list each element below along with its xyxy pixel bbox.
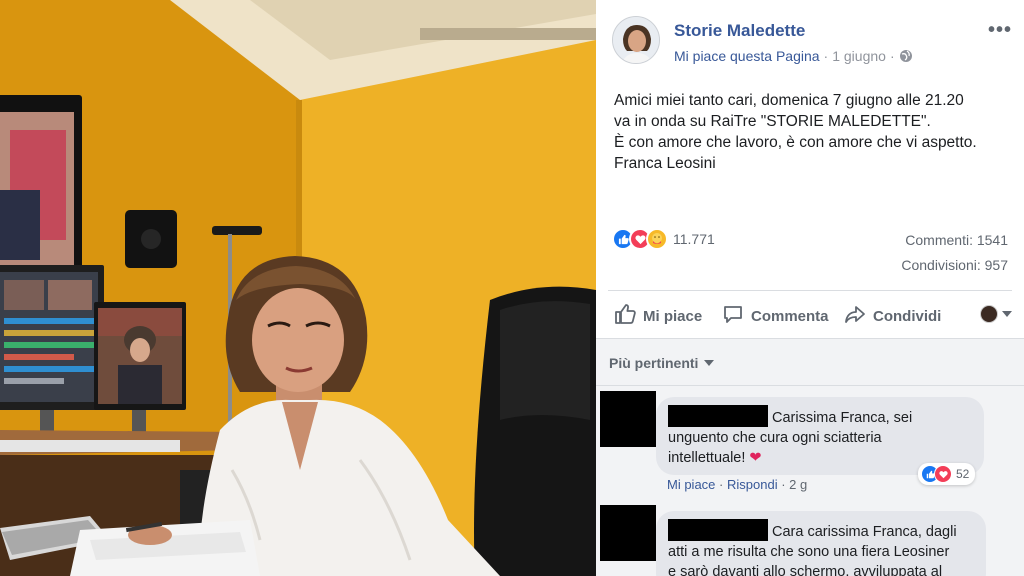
divider bbox=[596, 385, 1024, 386]
post-date[interactable]: 1 giugno bbox=[832, 48, 886, 64]
comment-bubble: Cara carissima Franca, dagli atti a me r… bbox=[656, 511, 986, 576]
separator-dot: · bbox=[719, 477, 727, 492]
studio-photo-illustration bbox=[0, 0, 596, 576]
comments-section: Più pertinenti Carissima Franca, sei ung… bbox=[596, 338, 1024, 576]
comment-reactions[interactable]: 52 bbox=[918, 463, 976, 485]
chevron-down-icon bbox=[704, 360, 715, 366]
share-button[interactable]: Condividi bbox=[844, 303, 941, 329]
comment-label: Commenta bbox=[751, 307, 829, 325]
viewer-avatar-selector[interactable] bbox=[980, 305, 1012, 323]
thumbs-up-icon bbox=[614, 303, 636, 329]
meta-dot: · bbox=[823, 48, 829, 64]
page-avatar[interactable] bbox=[612, 16, 660, 64]
comment-text-line: Carissima Franca, sei bbox=[772, 410, 913, 426]
love-reaction-icon bbox=[934, 465, 952, 483]
facebook-post: Storie Maledette Mi piace questa Pagina … bbox=[596, 0, 1024, 576]
comment-sort-dropdown[interactable]: Più pertinenti bbox=[609, 355, 715, 371]
post-text-line: Amici miei tanto cari, domenica 7 giugno… bbox=[614, 92, 964, 109]
globe-icon bbox=[899, 49, 913, 63]
viewer-avatar bbox=[980, 305, 998, 323]
heart-emoji: ❤ bbox=[749, 450, 762, 466]
comment-text-line: atti a me risulta che sono una fiera Leo… bbox=[668, 544, 950, 560]
commenter-avatar[interactable] bbox=[600, 505, 656, 561]
comment-like-link[interactable]: Mi piace bbox=[667, 477, 715, 492]
comment-text-line: unguento che cura ogni sciatteria bbox=[668, 430, 882, 446]
comment-bubble-icon bbox=[722, 303, 744, 329]
redacted-username[interactable] bbox=[668, 519, 768, 541]
post-actions-bar: Mi piace Commenta Condividi bbox=[608, 290, 1012, 338]
comment-button[interactable]: Commenta bbox=[722, 303, 829, 329]
post-text: Amici miei tanto cari, domenica 7 giugno… bbox=[614, 90, 1014, 174]
shares-count-link[interactable]: Condivisioni: 957 bbox=[901, 257, 1008, 273]
comment-reaction-count: 52 bbox=[956, 467, 970, 481]
comment-actions: Mi piace · Rispondi · 2 g bbox=[667, 477, 807, 492]
like-page-link[interactable]: Mi piace questa Pagina bbox=[674, 48, 820, 64]
post-photo[interactable] bbox=[0, 0, 596, 576]
comment-age[interactable]: 2 g bbox=[789, 477, 807, 492]
meta-dot-2: · bbox=[889, 48, 895, 64]
redacted-username[interactable] bbox=[668, 405, 768, 427]
post-stats: 11.771 Commenti: 1541 Condivisioni: 957 bbox=[612, 228, 1008, 284]
comment-text-line: intellettuale! bbox=[668, 450, 746, 466]
comment-text-line: e sarò davanti allo schermo, avviluppata… bbox=[668, 564, 943, 576]
reaction-count: 11.771 bbox=[673, 231, 715, 247]
more-options-icon[interactable]: ••• bbox=[988, 20, 1012, 40]
chevron-down-icon bbox=[1002, 311, 1012, 317]
comments-count-link[interactable]: Commenti: 1541 bbox=[905, 232, 1008, 248]
post-text-line: È con amore che lavoro, è con amore che … bbox=[614, 134, 977, 151]
like-label: Mi piace bbox=[643, 307, 703, 325]
page-name[interactable]: Storie Maledette bbox=[674, 21, 805, 41]
comment-text-line: Cara carissima Franca, dagli bbox=[772, 524, 957, 540]
separator-dot: · bbox=[781, 477, 790, 492]
post-text-line: va in onda su RaiTre "STORIE MALEDETTE". bbox=[614, 113, 931, 130]
post-header: Storie Maledette Mi piace questa Pagina … bbox=[612, 16, 1012, 66]
comment-reply-link[interactable]: Rispondi bbox=[727, 477, 778, 492]
share-label: Condividi bbox=[873, 307, 942, 325]
share-arrow-icon bbox=[844, 303, 866, 329]
sort-label: Più pertinenti bbox=[609, 355, 699, 371]
post-meta: Mi piace questa Pagina · 1 giugno · bbox=[674, 48, 913, 64]
post-text-line: Franca Leosini bbox=[614, 155, 716, 172]
like-button[interactable]: Mi piace bbox=[614, 303, 702, 329]
care-reaction-icon bbox=[646, 228, 668, 250]
commenter-avatar[interactable] bbox=[600, 391, 656, 447]
reactions-summary[interactable]: 11.771 bbox=[612, 228, 715, 250]
